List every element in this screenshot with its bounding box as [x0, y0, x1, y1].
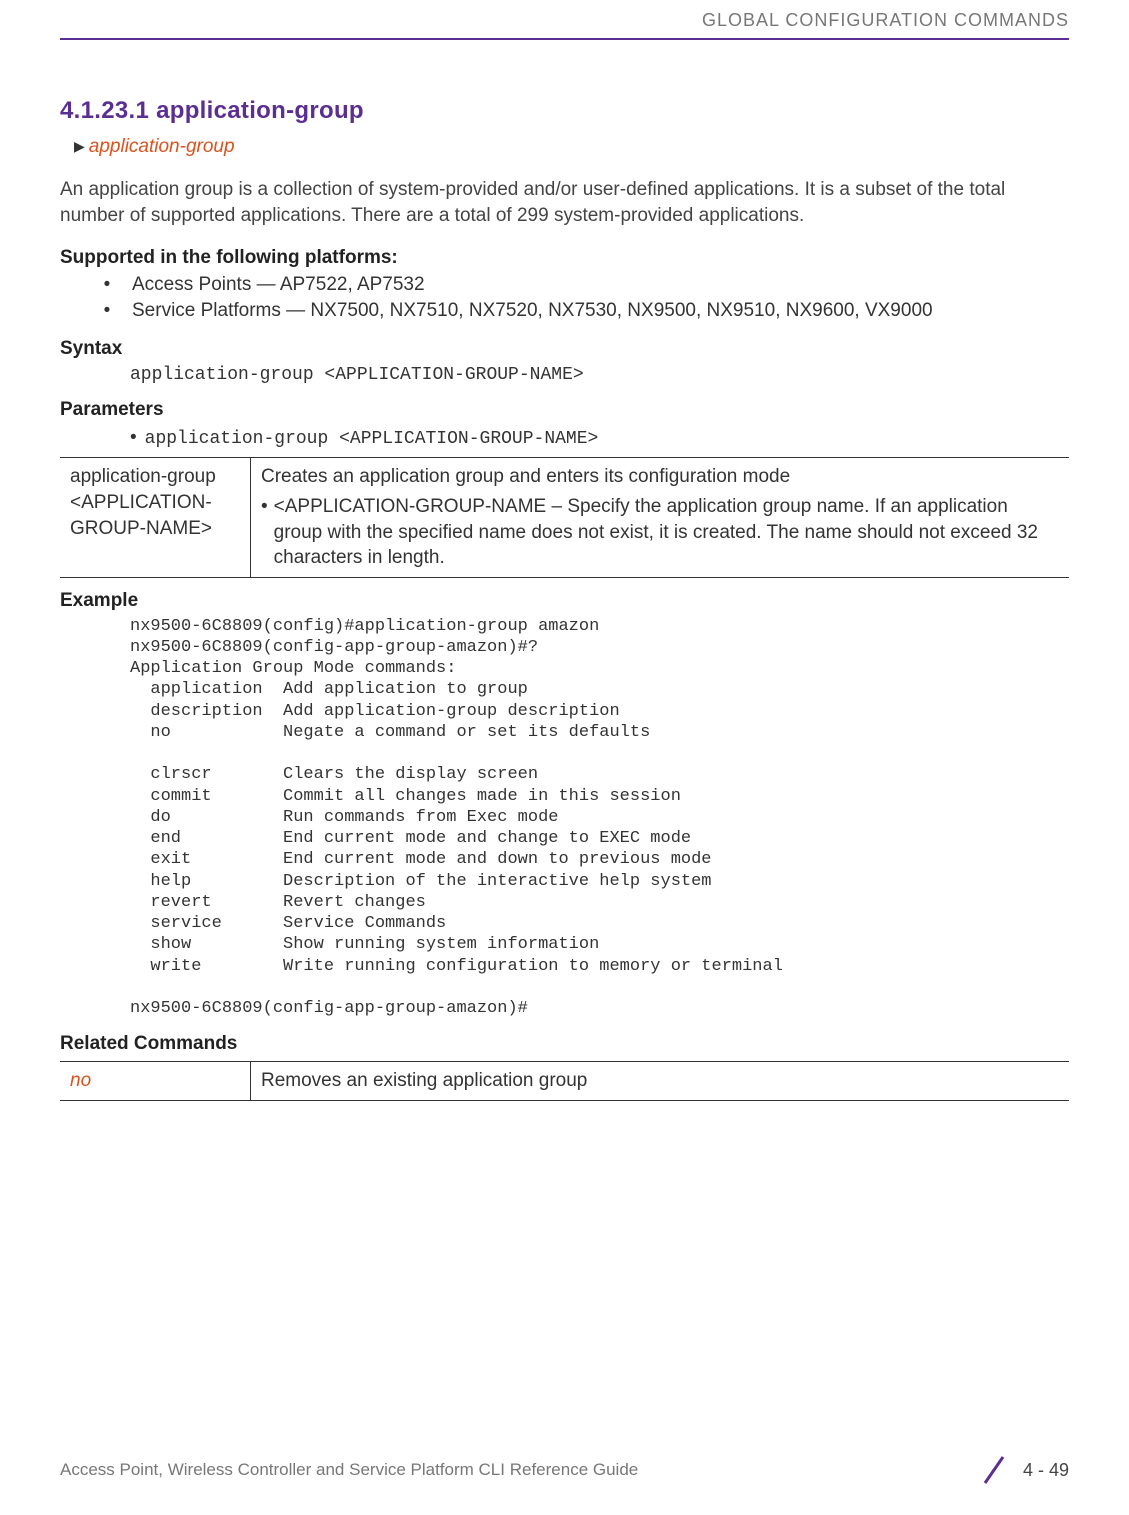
supported-heading: Supported in the following platforms:	[60, 245, 1069, 271]
parameters-inline: • application-group <APPLICATION-GROUP-N…	[130, 425, 1069, 451]
example-heading: Example	[60, 588, 1069, 614]
list-item: • Access Points — AP7522, AP7532	[60, 272, 1069, 298]
parameters-heading: Parameters	[60, 397, 1069, 423]
bullet-icon: •	[100, 272, 114, 298]
supported-item-text: Service Platforms — NX7500, NX7510, NX75…	[132, 298, 933, 324]
related-heading: Related Commands	[60, 1031, 1069, 1057]
supported-list: • Access Points — AP7522, AP7532 • Servi…	[60, 272, 1069, 323]
list-item: • Service Platforms — NX7500, NX7510, NX…	[60, 298, 1069, 324]
chapter-header: GLOBAL CONFIGURATION COMMANDS	[60, 0, 1069, 40]
intro-paragraph: An application group is a collection of …	[60, 177, 1069, 228]
bullet-icon: •	[261, 494, 268, 571]
syntax-line: application-group <APPLICATION-GROUP-NAM…	[130, 363, 1069, 387]
breadcrumb-arrow-icon: ▶	[74, 137, 85, 156]
bullet-icon: •	[100, 298, 114, 324]
footer-slash-icon	[979, 1455, 1009, 1485]
param-desc-sub: • <APPLICATION-GROUP-NAME – Specify the …	[261, 494, 1059, 571]
breadcrumb: ▶ application-group	[74, 134, 1069, 160]
bullet-icon: •	[130, 425, 137, 451]
parameters-table: application-group <APPLICATION-GROUP-NAM…	[60, 457, 1069, 578]
parameters-inline-text: application-group <APPLICATION-GROUP-NAM…	[145, 427, 599, 451]
supported-item-text: Access Points — AP7522, AP7532	[132, 272, 425, 298]
param-desc-cell: Creates an application group and enters …	[251, 458, 1070, 578]
related-commands-table: no Removes an existing application group	[60, 1061, 1069, 1101]
page-number: 4 - 49	[1023, 1458, 1069, 1482]
page-footer: Access Point, Wireless Controller and Se…	[0, 1455, 1129, 1485]
related-cmd-link[interactable]: no	[70, 1070, 91, 1091]
related-desc-cell: Removes an existing application group	[251, 1062, 1070, 1101]
param-name-cell: application-group <APPLICATION-GROUP-NAM…	[60, 458, 251, 578]
param-desc-sub-text: <APPLICATION-GROUP-NAME – Specify the ap…	[274, 494, 1059, 571]
table-row: application-group <APPLICATION-GROUP-NAM…	[60, 458, 1069, 578]
related-cmd-cell: no	[60, 1062, 251, 1101]
syntax-heading: Syntax	[60, 336, 1069, 362]
table-row: no Removes an existing application group	[60, 1062, 1069, 1101]
example-code: nx9500-6C8809(config)#application-group …	[130, 616, 1069, 1020]
footer-title: Access Point, Wireless Controller and Se…	[60, 1459, 638, 1482]
section-title: 4.1.23.1 application-group	[60, 95, 1069, 127]
breadcrumb-item[interactable]: application-group	[89, 134, 235, 160]
param-desc-main: Creates an application group and enters …	[261, 464, 1059, 490]
